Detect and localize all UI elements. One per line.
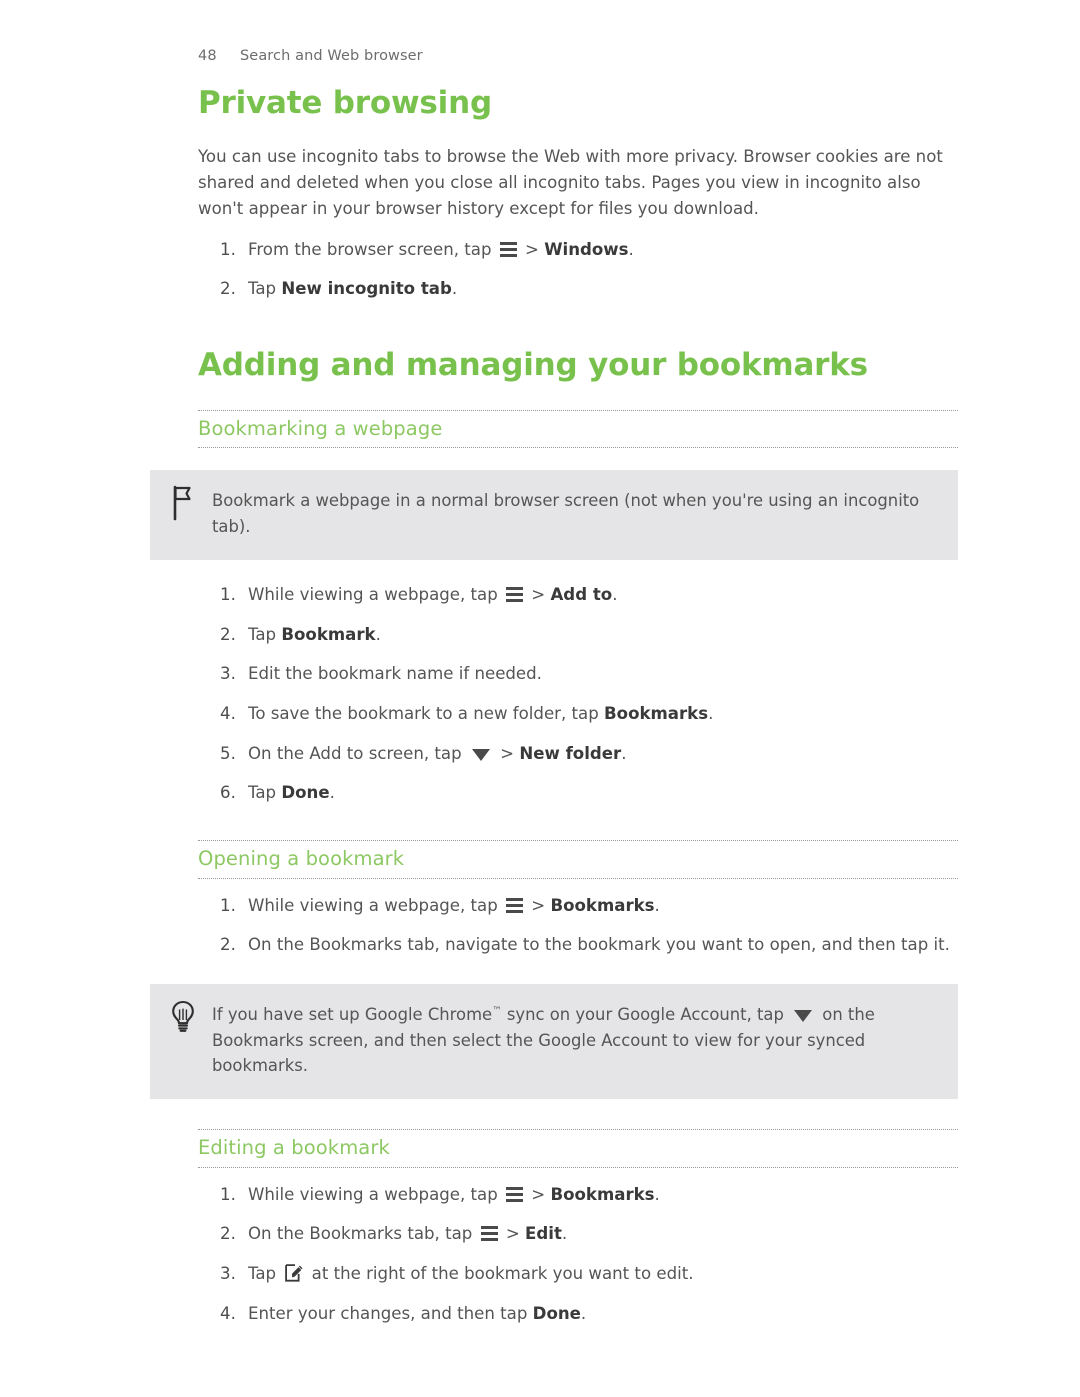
list-item: Edit the bookmark name if needed. [198, 661, 958, 687]
lightbulb-icon [168, 999, 198, 1035]
step-text-pre: While viewing a webpage, tap [248, 1184, 504, 1204]
opening-bookmark-steps: While viewing a webpage, tap > Bookmarks… [198, 893, 958, 958]
page-title: Private browsing [198, 85, 492, 121]
step-text-post: . [612, 584, 618, 604]
step-text-bold: Bookmarks [604, 704, 709, 723]
step-text-mid: > [494, 743, 520, 763]
step-text-bold: Done [532, 1303, 581, 1323]
step-text-post: . [654, 1184, 660, 1204]
step-text-bold: Bookmark [281, 624, 376, 644]
subheading-label: Bookmarking a webpage [198, 416, 443, 440]
list-item: Tap Done. [198, 780, 958, 806]
list-item: Tap New incognito tab. [198, 276, 958, 302]
step-text-post: . [628, 239, 634, 259]
step-text-post: . [708, 704, 714, 723]
tip-text-mid: sync on your Google Account, tap [501, 1004, 790, 1024]
tip-callout: If you have set up Google Chrome™ sync o… [150, 983, 958, 1100]
step-text-post: . [451, 279, 458, 299]
document-page: 48 Search and Web browser Private browsi… [0, 0, 1080, 1397]
caret-down-icon [471, 748, 490, 761]
trademark-symbol: ™ [492, 1005, 502, 1017]
step-text-pre: Tap [248, 1264, 282, 1284]
private-browsing-steps: From the browser screen, tap > Windows. … [198, 237, 958, 302]
step-text-pre: On the Bookmarks tab, navigate to the bo… [248, 935, 950, 955]
step-text-pre: Tap [248, 279, 282, 299]
page-section-title: Search and Web browser [240, 48, 423, 64]
step-text-bold: Bookmarks [550, 895, 655, 915]
step-text-bold: Edit [525, 1224, 562, 1244]
tip-text: If you have set up Google Chrome™ sync o… [212, 1002, 932, 1079]
menu-icon [480, 1226, 498, 1243]
step-text-bold: New folder [519, 743, 622, 763]
list-item: From the browser screen, tap > Windows. [198, 237, 958, 263]
menu-icon [499, 241, 517, 259]
step-text-bold: New incognito tab [281, 279, 452, 299]
step-text-pre: Edit the bookmark name if needed. [248, 664, 542, 684]
subheading-editing-a-bookmark: Editing a bookmark [198, 1129, 958, 1168]
subheading-label: Opening a bookmark [198, 847, 405, 871]
intro-paragraph: You can use incognito tabs to browse the… [198, 146, 943, 219]
page-number: 48 [198, 48, 217, 64]
caret-down-icon [794, 1009, 813, 1022]
edit-icon [284, 1263, 303, 1283]
bookmarking-steps: While viewing a webpage, tap > Add to. T… [198, 582, 958, 806]
step-text-mid: at the right of the bookmark you want to… [306, 1264, 694, 1284]
step-text-pre: Tap [248, 624, 282, 644]
step-text-mid: > [519, 239, 545, 259]
subheading-opening-a-bookmark: Opening a bookmark [198, 840, 958, 879]
step-text-post: . [375, 624, 381, 644]
step-text-pre: On the Add to screen, tap [248, 743, 467, 763]
subheading-bookmarking-a-webpage: Bookmarking a webpage [198, 409, 958, 449]
list-item: To save the bookmark to a new folder, ta… [198, 701, 958, 727]
step-text-pre: From the browser screen, tap [248, 239, 497, 259]
step-text-bold: Windows [544, 239, 629, 259]
list-item: While viewing a webpage, tap > Bookmarks… [198, 1182, 958, 1208]
step-text-pre: While viewing a webpage, tap [248, 584, 504, 604]
list-item: While viewing a webpage, tap > Add to. [198, 582, 958, 608]
step-text-bold: Bookmarks [550, 1184, 655, 1204]
step-text-pre: On the Bookmarks tab, tap [248, 1224, 478, 1244]
menu-icon [506, 897, 524, 915]
step-text-post: . [621, 743, 627, 763]
page-header: 48 Search and Web browser [198, 48, 423, 64]
content-column: Private browsing You can use incognito t… [150, 85, 958, 1327]
step-text-bold: Add to [550, 584, 613, 604]
step-text-mid: > [500, 1224, 526, 1244]
tip-text-before: If you have set up Google Chrome [212, 1004, 493, 1024]
step-text-post: . [329, 783, 335, 803]
note-text: Bookmark a webpage in a normal browser s… [212, 491, 920, 537]
list-item: Tap at the right of the bookmark you wan… [198, 1261, 958, 1287]
step-text-pre: Tap [248, 783, 282, 803]
list-item: Tap Bookmark. [198, 622, 958, 648]
list-item: On the Bookmarks tab, tap > Edit. [198, 1221, 958, 1247]
step-text-pre: Enter your changes, and then tap [248, 1303, 533, 1323]
step-text-pre: While viewing a webpage, tap [248, 895, 504, 915]
step-text-pre: To save the bookmark to a new folder, ta… [248, 704, 605, 723]
step-text-bold: Done [281, 783, 330, 803]
bookmarks-title: Adding and managing your bookmarks [198, 347, 868, 383]
step-text-mid: > [526, 1184, 551, 1204]
list-item: Enter your changes, and then tap Done. [198, 1301, 958, 1327]
list-item: On the Add to screen, tap > New folder. [198, 741, 958, 767]
editing-bookmark-steps: While viewing a webpage, tap > Bookmarks… [198, 1182, 958, 1327]
note-callout: Bookmark a webpage in a normal browser s… [150, 470, 958, 560]
menu-icon [506, 586, 524, 604]
step-text-post: . [561, 1224, 568, 1244]
step-text-post: . [654, 895, 660, 915]
list-item: On the Bookmarks tab, navigate to the bo… [198, 932, 958, 958]
subheading-label: Editing a bookmark [198, 1136, 390, 1160]
step-text-mid: > [526, 895, 551, 915]
list-item: While viewing a webpage, tap > Bookmarks… [198, 893, 958, 919]
step-text-post: . [580, 1303, 587, 1323]
menu-icon [506, 1186, 524, 1204]
flag-icon [168, 485, 198, 521]
step-text-mid: > [526, 584, 551, 604]
